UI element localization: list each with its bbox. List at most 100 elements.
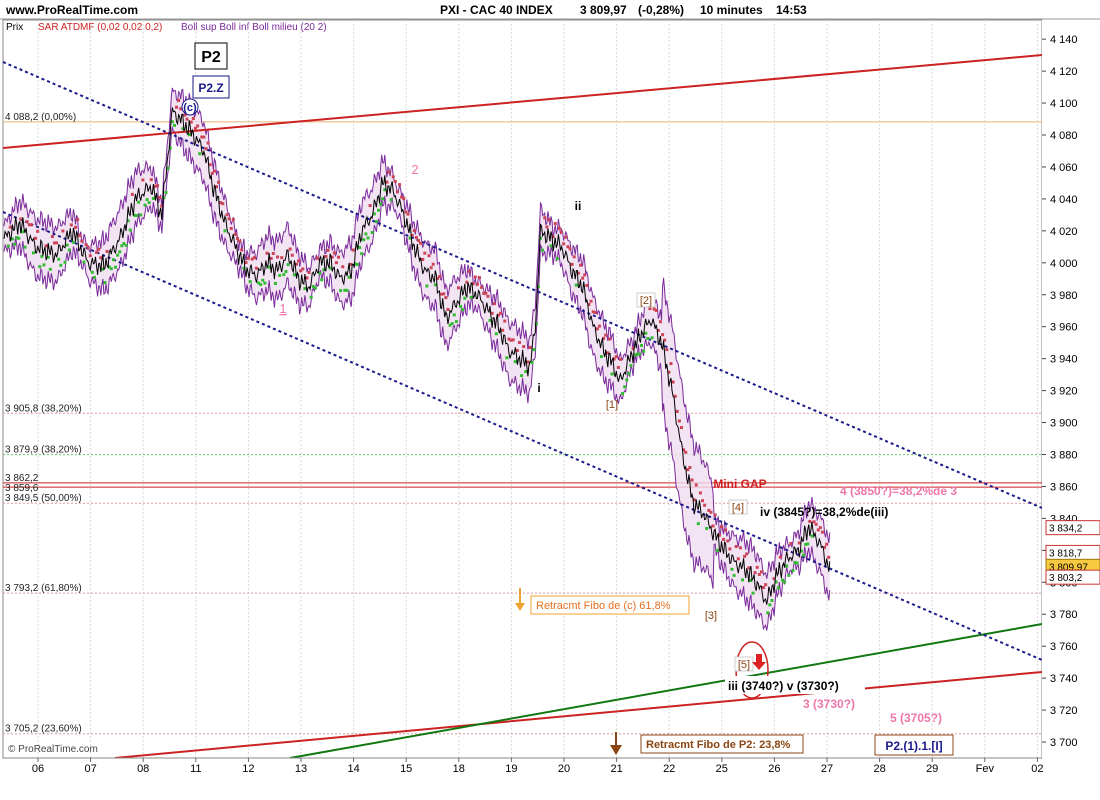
sar-dot <box>625 378 629 382</box>
sar-dot <box>684 450 688 454</box>
sar-dot <box>309 295 313 299</box>
sar-dot <box>254 266 258 270</box>
sar-dot <box>425 284 429 288</box>
x-tick-label: 25 <box>716 763 728 775</box>
sar-dot <box>360 252 364 256</box>
sar-dot <box>492 302 496 306</box>
sar-dot <box>640 343 644 347</box>
sar-dot <box>770 598 774 602</box>
sar-dot <box>78 233 82 237</box>
sar-dot <box>158 196 162 200</box>
x-axis[interactable] <box>3 758 1042 800</box>
p2-label: P2 <box>201 49 221 66</box>
sar-dot <box>25 220 29 224</box>
sar-dot <box>722 537 726 541</box>
sar-dot <box>151 197 155 201</box>
sar-dot <box>345 288 349 292</box>
x-tick-label: 12 <box>242 763 254 775</box>
sar-dot <box>545 225 549 229</box>
x-tick-label: 14 <box>347 763 359 775</box>
sar-dot <box>825 542 829 546</box>
sar-dot <box>229 226 233 230</box>
sar-dot <box>764 583 768 587</box>
sar-dot <box>74 225 78 229</box>
sar-dot <box>116 253 120 257</box>
sar-dot <box>402 197 406 201</box>
sar-dot <box>650 336 654 340</box>
y-tick-label: 3 900 <box>1050 418 1078 430</box>
sar-dot <box>810 534 814 538</box>
sar-dot <box>17 236 21 240</box>
sar-dot <box>23 245 27 249</box>
sar-dot <box>355 262 359 266</box>
wave-b4-label: [4] <box>732 502 744 514</box>
x-tick-label: 26 <box>768 763 780 775</box>
sar-dot <box>261 278 265 282</box>
sar-dot <box>84 243 88 247</box>
x-tick-label: 15 <box>400 763 412 775</box>
sar-dot <box>326 248 330 252</box>
y-tick-label: 3 860 <box>1050 481 1078 493</box>
sar-dot <box>701 499 705 503</box>
sar-dot <box>109 267 113 271</box>
sar-dot <box>473 275 477 279</box>
sar-dot <box>36 229 40 233</box>
sar-dot <box>48 267 52 271</box>
sar-dot <box>290 253 294 257</box>
sar-dot <box>145 198 149 202</box>
x-tick-label: 13 <box>295 763 307 775</box>
sar-dot <box>688 465 692 469</box>
c-label: (c) <box>183 102 197 114</box>
sar-dot <box>705 526 709 530</box>
sar-dot <box>711 524 715 528</box>
legend-boll: Boll sup Boll inf Boll milieu (20 2) <box>181 22 327 33</box>
price-box-label: 3 834,2 <box>1049 524 1083 535</box>
sar-dot <box>669 362 673 366</box>
sar-dot <box>38 265 42 269</box>
sar-dot <box>797 541 801 545</box>
sar-dot <box>703 503 707 507</box>
site-label[interactable]: www.ProRealTime.com <box>5 3 138 17</box>
sar-dot <box>391 175 395 179</box>
sar-dot <box>320 278 324 282</box>
sar-dot <box>92 275 96 279</box>
price-box-label: 3 818,7 <box>1049 548 1083 559</box>
sar-dot <box>517 340 521 344</box>
sar-dot <box>29 223 33 227</box>
sar-dot <box>286 263 290 267</box>
sar-dot <box>755 565 759 569</box>
sar-dot <box>21 230 25 234</box>
sar-dot <box>393 179 397 183</box>
sar-dot <box>734 545 738 549</box>
wave-b2-label: [2] <box>640 295 652 307</box>
sar-dot <box>6 244 10 248</box>
sar-dot <box>637 352 641 356</box>
sar-dot <box>467 269 471 273</box>
sar-dot <box>627 372 631 376</box>
sar-dot <box>139 213 143 217</box>
sar-dot <box>572 255 576 259</box>
sar-dot <box>787 573 791 577</box>
five-target-label: 5 (3705?) <box>890 711 942 725</box>
wave-b1-label: [1] <box>606 399 618 411</box>
four-target-label: 4 (3850?)=38,2%de 3 <box>840 484 957 498</box>
sar-dot <box>137 200 141 204</box>
y-tick-label: 4 020 <box>1050 226 1078 238</box>
wave-b5-label: [5] <box>738 659 750 671</box>
sar-dot <box>589 299 593 303</box>
sar-dot <box>568 247 572 251</box>
sar-dot <box>114 265 118 269</box>
sar-dot <box>63 260 67 264</box>
sar-dot <box>736 557 740 561</box>
sar-dot <box>600 355 604 359</box>
sar-dot <box>818 526 822 530</box>
y-tick-label: 3 920 <box>1050 386 1078 398</box>
sar-dot <box>143 203 147 207</box>
sar-dot <box>741 578 745 582</box>
y-tick-label: 3 760 <box>1050 641 1078 653</box>
sar-dot <box>31 251 35 255</box>
y-tick-label: 3 740 <box>1050 673 1078 685</box>
sar-dot <box>698 491 702 495</box>
sar-dot <box>564 235 568 239</box>
time-label: 14:53 <box>776 3 807 17</box>
